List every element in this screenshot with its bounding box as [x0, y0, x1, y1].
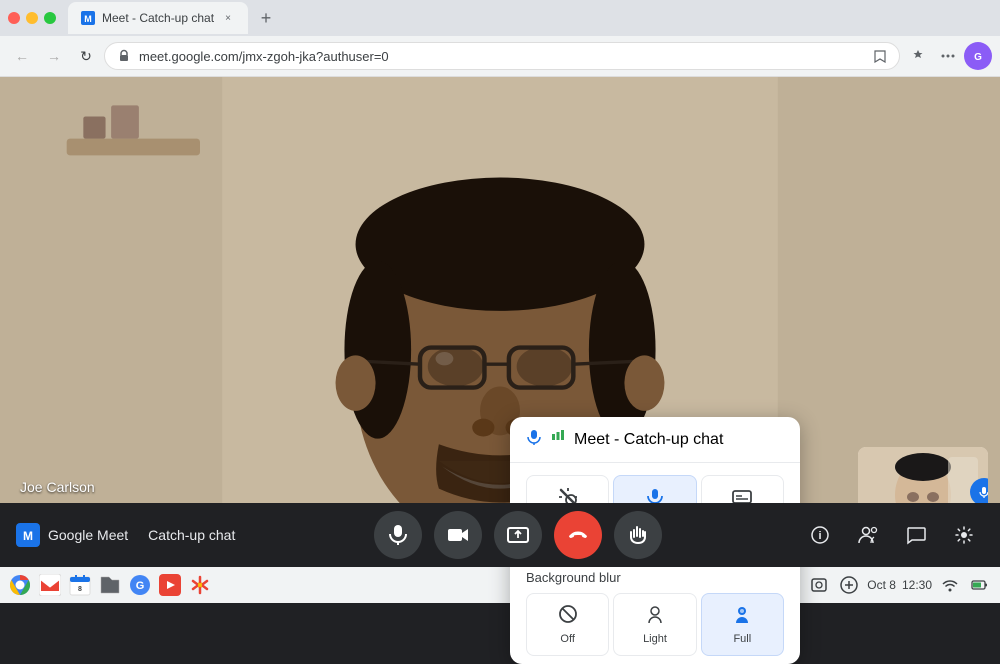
- calendar-taskbar-icon[interactable]: 8: [68, 573, 92, 597]
- battery-icon[interactable]: [968, 573, 992, 597]
- right-controls: i: [800, 515, 984, 555]
- mute-icon: [977, 485, 988, 499]
- bookmark-icon[interactable]: [873, 49, 887, 63]
- blur-title: Background blur: [526, 570, 784, 585]
- more-options-button[interactable]: [934, 42, 962, 70]
- address-bar[interactable]: meet.google.com/jmx-zgoh-jka?authuser=0: [104, 42, 900, 70]
- blur-options-row: Off Light: [526, 593, 784, 656]
- system-taskbar: 8 G: [0, 567, 1000, 603]
- minimize-window-button[interactable]: [26, 12, 38, 24]
- svg-text:M: M: [84, 14, 92, 24]
- chat-button[interactable]: [896, 515, 936, 555]
- end-call-button[interactable]: [554, 511, 602, 559]
- blur-light-label: Light: [643, 633, 667, 645]
- people-button[interactable]: [848, 515, 888, 555]
- tab-title: Meet - Catch-up chat: [102, 11, 214, 25]
- present-button-icon: [507, 524, 529, 546]
- profile-button[interactable]: G: [964, 42, 992, 70]
- chat-icon: [906, 525, 926, 545]
- blur-full-button[interactable]: Full: [701, 593, 784, 656]
- system-time: 12:30: [902, 578, 932, 592]
- main-content: Joe Carlson: [0, 77, 1000, 567]
- tab-close-button[interactable]: ×: [220, 10, 236, 26]
- secure-icon: [117, 49, 131, 63]
- blur-section: Background blur Off: [510, 566, 800, 664]
- browser-tab[interactable]: M Meet - Catch-up chat ×: [68, 2, 248, 34]
- popup-header-title: Meet - Catch-up chat: [574, 431, 723, 449]
- hand-button-icon: [627, 524, 649, 546]
- participant-name-overlay: Joe Carlson: [20, 479, 95, 495]
- popup-bar-icon: [550, 429, 566, 450]
- present-control-button[interactable]: [494, 511, 542, 559]
- activities-icon: [954, 525, 974, 545]
- nav-bar: ← → ↻ meet.google.com/jmx-zgoh-jka?authu…: [0, 36, 1000, 76]
- video-area: [0, 77, 1000, 567]
- tab-favicon-icon: M: [80, 10, 96, 26]
- people-icon: [858, 525, 878, 545]
- youtube-taskbar-icon[interactable]: [158, 573, 182, 597]
- blur-off-label: Off: [560, 633, 574, 645]
- close-window-button[interactable]: [8, 12, 20, 24]
- video-person-svg: [0, 77, 1000, 567]
- wifi-icon[interactable]: [938, 573, 962, 597]
- browser-chrome: M Meet - Catch-up chat × + ← → ↻ meet.go…: [0, 0, 1000, 77]
- end-call-icon: [567, 524, 589, 546]
- meet-logo-icon: M: [16, 523, 40, 547]
- system-add-icon[interactable]: [837, 573, 861, 597]
- system-screenshot-icon[interactable]: [807, 573, 831, 597]
- main-video-feed: [0, 77, 1000, 567]
- blur-full-label: Full: [733, 633, 751, 645]
- svg-text:M: M: [23, 529, 33, 543]
- svg-text:8: 8: [78, 586, 82, 593]
- back-button[interactable]: ←: [8, 42, 36, 70]
- taskbar-left: 8 G: [8, 573, 212, 597]
- mic-button-icon: [387, 524, 409, 546]
- call-title-text: Catch-up chat: [148, 527, 235, 543]
- google-taskbar-icon[interactable]: G: [128, 573, 152, 597]
- address-text: meet.google.com/jmx-zgoh-jka?authuser=0: [139, 49, 865, 64]
- info-button[interactable]: i: [800, 515, 840, 555]
- camera-control-button[interactable]: [434, 511, 482, 559]
- meet-logo: M Google Meet: [16, 523, 128, 547]
- blur-full-icon: [732, 604, 752, 627]
- new-tab-button[interactable]: +: [252, 4, 280, 32]
- title-bar: M Meet - Catch-up chat × +: [0, 0, 1000, 36]
- extensions-button[interactable]: [904, 42, 932, 70]
- reload-button[interactable]: ↻: [72, 42, 100, 70]
- raise-hand-button[interactable]: [614, 511, 662, 559]
- files-taskbar-icon[interactable]: [98, 573, 122, 597]
- maximize-window-button[interactable]: [44, 12, 56, 24]
- svg-text:G: G: [136, 580, 145, 592]
- blur-light-icon: [645, 604, 665, 627]
- blur-off-icon: [558, 604, 578, 627]
- info-icon: i: [810, 525, 830, 545]
- svg-text:i: i: [818, 530, 821, 542]
- forward-button[interactable]: →: [40, 42, 68, 70]
- blur-off-button[interactable]: Off: [526, 593, 609, 656]
- blur-light-button[interactable]: Light: [613, 593, 696, 656]
- participant-name-text: Joe Carlson: [20, 479, 95, 495]
- photos-taskbar-icon[interactable]: [188, 573, 212, 597]
- gmail-taskbar-icon[interactable]: [38, 573, 62, 597]
- camera-button-icon: [447, 524, 469, 546]
- nav-icons: G: [904, 42, 992, 70]
- chrome-taskbar-icon[interactable]: [8, 573, 32, 597]
- popup-header: Meet - Catch-up chat: [510, 417, 800, 463]
- popup-mic-icon: [526, 429, 542, 450]
- mic-control-button[interactable]: [374, 511, 422, 559]
- meet-logo-text: Google Meet: [48, 527, 128, 543]
- activities-button[interactable]: [944, 515, 984, 555]
- system-date: Oct 8: [867, 578, 896, 592]
- meet-bottom-bar: M Google Meet Catch-up chat: [0, 503, 1000, 567]
- svg-text:G: G: [974, 52, 982, 63]
- window-controls: [8, 12, 56, 24]
